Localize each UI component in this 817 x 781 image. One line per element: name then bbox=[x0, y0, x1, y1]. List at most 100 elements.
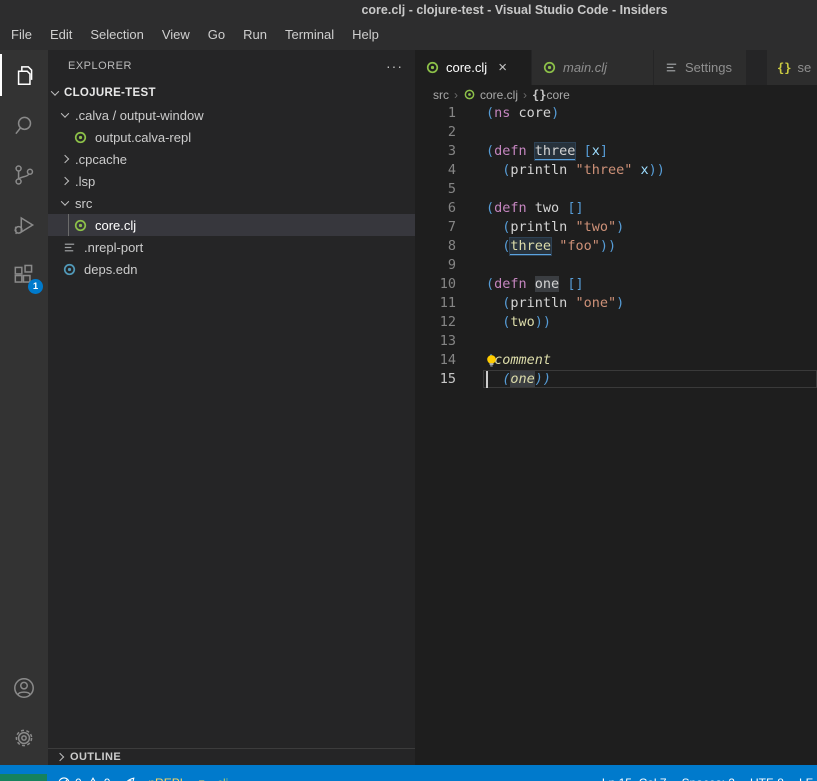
code-line[interactable]: 15 (one)) bbox=[415, 370, 817, 389]
code-line-content[interactable]: (one)) bbox=[486, 370, 551, 389]
tree-item-.calva-output-window[interactable]: .calva / output-window bbox=[48, 104, 415, 126]
code-line[interactable]: 10 (defn one [] bbox=[415, 275, 817, 294]
tree-item-core.clj[interactable]: core.clj bbox=[48, 214, 415, 236]
chevron-down-icon bbox=[61, 197, 69, 205]
activity-explorer-button[interactable] bbox=[0, 50, 48, 100]
more-actions-button[interactable]: ··· bbox=[386, 58, 403, 74]
tree-item-deps.edn[interactable]: deps.edn bbox=[48, 258, 415, 280]
calva-jack-in-button[interactable] bbox=[122, 776, 136, 781]
activity-source-control-button[interactable] bbox=[0, 150, 48, 200]
code-line-content[interactable]: (defn two [] bbox=[486, 199, 584, 218]
repl-type-indicator[interactable]: clj bbox=[217, 776, 228, 781]
code-line-content[interactable]: (two)) bbox=[486, 313, 551, 332]
calva-paredit-indicator[interactable]: ʒ bbox=[198, 776, 205, 781]
code-line[interactable]: 6(defn two [] bbox=[415, 199, 817, 218]
tree-root-clojure-test[interactable]: CLOJURE-TEST bbox=[48, 82, 415, 104]
tab-Settings[interactable]: Settings bbox=[654, 50, 747, 85]
line-number: 2 bbox=[415, 123, 456, 142]
tree-item-.nrepl-port[interactable]: .nrepl-port bbox=[48, 236, 415, 258]
code-line-content[interactable]: (println "one") bbox=[486, 294, 624, 313]
menu-run[interactable]: Run bbox=[234, 22, 276, 48]
tab-main.clj[interactable]: main.clj bbox=[532, 50, 654, 85]
code-line[interactable]: 7 (println "two") bbox=[415, 218, 817, 237]
warnings-icon bbox=[86, 776, 100, 781]
breadcrumb-separator: › bbox=[454, 88, 458, 102]
tree-item-output.calva-repl[interactable]: output.calva-repl bbox=[48, 126, 415, 148]
code-line[interactable]: 8 (three "foo")) bbox=[415, 237, 817, 256]
code-line[interactable]: 9 bbox=[415, 256, 817, 275]
indentation-setting[interactable]: Spaces: 2 bbox=[682, 776, 735, 781]
menu-edit[interactable]: Edit bbox=[41, 22, 81, 48]
chevron-right-icon bbox=[61, 177, 69, 185]
tab-core.clj[interactable]: core.clj× bbox=[415, 50, 532, 85]
extensions-badge: 1 bbox=[28, 279, 43, 294]
tree-item-label: .lsp bbox=[75, 174, 95, 189]
workspace-root-label: CLOJURE-TEST bbox=[64, 87, 156, 99]
activity-search-button[interactable] bbox=[0, 100, 48, 150]
code-line[interactable]: 13 bbox=[415, 332, 817, 351]
menu-view[interactable]: View bbox=[153, 22, 199, 48]
code-line[interactable]: 1(ns core) bbox=[415, 104, 817, 123]
code-line-content[interactable]: (defn one [] bbox=[486, 275, 584, 294]
code-line-content[interactable]: (println "three" x)) bbox=[486, 161, 665, 180]
lightbulb-icon[interactable] bbox=[484, 353, 499, 369]
breadcrumb-label: core.clj bbox=[480, 88, 518, 102]
clojure-file-icon bbox=[62, 262, 77, 277]
close-icon[interactable]: × bbox=[498, 60, 507, 75]
breadcrumb-item-src[interactable]: src bbox=[433, 88, 449, 102]
settings-gear-button[interactable] bbox=[0, 713, 48, 763]
code-line[interactable]: 3(defn three [x] bbox=[415, 142, 817, 161]
line-number: 9 bbox=[415, 256, 456, 275]
code-line-content[interactable]: (defn three [x] bbox=[486, 142, 608, 161]
tree-item-label: .nrepl-port bbox=[84, 240, 143, 255]
file-tree: .calva / output-windowoutput.calva-repl.… bbox=[48, 104, 415, 280]
code-line-content[interactable]: (ns core) bbox=[486, 104, 559, 123]
breadcrumb-item-core.clj[interactable]: core.clj bbox=[463, 88, 518, 102]
breadcrumb-separator: › bbox=[523, 88, 527, 102]
tree-item-src[interactable]: src bbox=[48, 192, 415, 214]
menu-go[interactable]: Go bbox=[199, 22, 234, 48]
account-button[interactable] bbox=[0, 663, 48, 713]
code-line-content[interactable]: (three "foo")) bbox=[486, 237, 616, 256]
problems-indicator[interactable]: 0 0 bbox=[57, 776, 110, 781]
warning-count: 0 bbox=[104, 776, 111, 781]
cursor-position[interactable]: Ln 15, Col 7 bbox=[602, 776, 667, 781]
tree-item-label: deps.edn bbox=[84, 262, 138, 277]
activity-run-debug-button[interactable] bbox=[0, 200, 48, 250]
clojure-file-icon bbox=[425, 60, 440, 75]
line-number: 10 bbox=[415, 275, 456, 294]
line-number: 14 bbox=[415, 351, 456, 370]
remote-indicator[interactable] bbox=[0, 774, 47, 781]
code-area[interactable]: 1(ns core)23(defn three [x]4 (println "t… bbox=[415, 104, 817, 765]
code-line[interactable]: 4 (println "three" x)) bbox=[415, 161, 817, 180]
encoding-setting[interactable]: UTF-8 bbox=[750, 776, 784, 781]
tab-se[interactable]: {}se bbox=[767, 50, 817, 85]
files-icon bbox=[11, 62, 37, 88]
code-line[interactable]: 11 (println "one") bbox=[415, 294, 817, 313]
line-number: 15 bbox=[415, 370, 456, 389]
nrepl-status[interactable]: nREPL bbox=[148, 776, 186, 781]
menu-file[interactable]: File bbox=[2, 22, 41, 48]
activity-extensions-button[interactable]: 1 bbox=[0, 250, 48, 300]
run-debug-icon bbox=[11, 212, 37, 238]
tree-item-label: core.clj bbox=[95, 218, 136, 233]
status-bar: 0 0 nREPL ʒ clj Ln 15, Col 7 Spaces: 2 U… bbox=[0, 765, 817, 781]
breadcrumb-item-core[interactable]: {}core bbox=[532, 88, 570, 102]
line-number: 12 bbox=[415, 313, 456, 332]
eol-setting[interactable]: LF bbox=[799, 776, 813, 781]
menu-terminal[interactable]: Terminal bbox=[276, 22, 343, 48]
menu-help[interactable]: Help bbox=[343, 22, 388, 48]
outline-section[interactable]: OUTLINE bbox=[48, 748, 415, 765]
breadcrumb-label: core bbox=[546, 88, 569, 102]
menu-selection[interactable]: Selection bbox=[81, 22, 152, 48]
code-line[interactable]: 2 bbox=[415, 123, 817, 142]
tree-item-.cpcache[interactable]: .cpcache bbox=[48, 148, 415, 170]
tab-label: Settings bbox=[685, 60, 732, 75]
code-line-content[interactable]: (println "two") bbox=[486, 218, 624, 237]
code-line[interactable]: 12 (two)) bbox=[415, 313, 817, 332]
code-line[interactable]: 5 bbox=[415, 180, 817, 199]
titlebar: core.clj - clojure-test - Visual Studio … bbox=[0, 0, 817, 50]
code-line[interactable]: 14(comment bbox=[415, 351, 817, 370]
clojure-file-icon bbox=[542, 60, 557, 75]
tree-item-.lsp[interactable]: .lsp bbox=[48, 170, 415, 192]
